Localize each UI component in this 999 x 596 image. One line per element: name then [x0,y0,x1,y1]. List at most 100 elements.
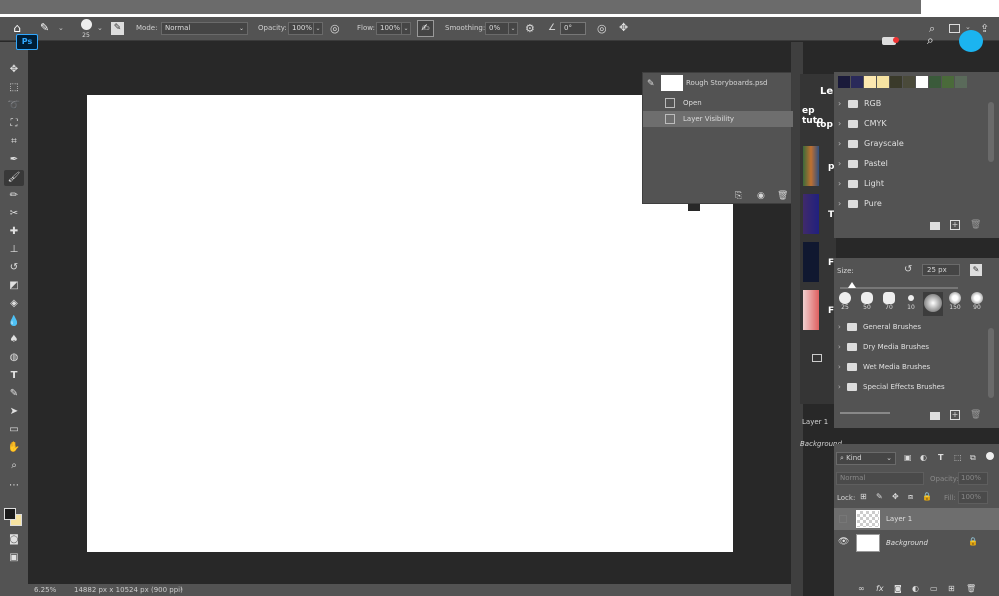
swatches-scrollbar[interactable] [988,102,994,162]
move-tool-icon[interactable]: ✥ [4,62,24,78]
crop-tool-icon[interactable]: ⌗ [4,134,24,150]
brush-group-special-effects[interactable]: › Special Effects Brushes [834,377,992,397]
brush-size-field[interactable]: 25 px [922,264,960,276]
swatch[interactable] [955,76,967,88]
adjustment-filter-icon[interactable]: ◐ [920,453,927,462]
tutorial-thumbnail[interactable] [803,290,819,330]
eraser-tool-icon[interactable]: ◩ [4,278,24,294]
pressure-opacity-icon[interactable]: ◎ [330,22,340,35]
swatch[interactable] [942,76,954,88]
chevron-right-icon[interactable]: › [838,114,841,134]
swatch-group-pure[interactable]: › Pure [834,194,994,214]
eyedropper-tool-icon[interactable]: ✒ [4,152,24,168]
object-select-tool-icon[interactable]: ⛶ [4,116,24,132]
swatch[interactable] [864,76,876,88]
zoom-tool-icon[interactable]: ⌕ [4,458,24,474]
chevron-right-icon[interactable]: › [838,94,841,114]
flow-dropdown[interactable]: ⌄ [402,22,411,35]
chevron-right-icon[interactable]: › [838,337,841,357]
swatch[interactable] [916,76,928,88]
chevron-down-icon[interactable]: ⌄ [58,24,64,32]
search-icon[interactable]: ⌕ [927,33,934,48]
chevron-right-icon[interactable]: › [838,357,841,377]
new-document-from-state-icon[interactable]: ⎘ [735,191,742,201]
marquee-tool-icon[interactable]: ⬚ [4,80,24,96]
symmetry-icon[interactable]: ✥ [619,21,628,34]
layer-opacity-field[interactable]: 100% [958,472,988,485]
lock-icon[interactable]: 🔒 [968,537,978,546]
camera-icon[interactable]: ◉ [757,191,765,201]
chevron-right-icon[interactable]: › [838,377,841,397]
smoothing-field[interactable]: 0% [485,22,509,35]
airbrush-icon[interactable]: ✍ [417,20,434,37]
brush-tip[interactable]: 50 [857,292,877,316]
flow-field[interactable]: 100% [376,22,402,35]
opacity-dropdown[interactable]: ⌄ [314,22,323,35]
snapshot-thumbnail[interactable] [661,75,683,91]
zoom-level[interactable]: 6.25% [34,586,56,594]
gear-icon[interactable]: ⚙ [525,22,535,35]
trash-icon[interactable]: 🗑 [966,584,976,593]
swatch-group-pastel[interactable]: › Pastel [834,154,994,174]
history-item-open[interactable]: Open [643,95,793,111]
layer-name[interactable]: Layer 1 [886,515,912,523]
history-brush-source-icon[interactable]: ✎ [647,79,655,89]
chevron-right-icon[interactable]: › [838,134,841,154]
sponge-tool-icon[interactable]: ◍ [4,350,24,366]
type-filter-icon[interactable]: T [938,453,943,462]
brushes-scrollbar[interactable] [988,328,994,398]
slider-handle[interactable] [848,282,856,288]
fx-icon[interactable]: fx [876,584,884,593]
chevron-right-icon[interactable]: › [180,585,183,593]
trash-icon[interactable]: 🗑 [970,410,981,420]
path-select-tool-icon[interactable]: ➤ [4,404,24,420]
new-swatch-icon[interactable]: + [950,220,960,230]
history-brush-tool-icon[interactable]: ↺ [4,260,24,276]
brush-tip-selected[interactable] [923,292,943,316]
workspace-icon[interactable] [949,24,960,33]
brush-tool-icon[interactable]: 🖌 [4,170,24,186]
add-mask-icon[interactable]: ◙ [894,584,902,593]
tutorial-thumbnail[interactable] [803,194,819,234]
tutorial-thumbnail[interactable] [803,146,819,186]
brush-tip[interactable]: 10 [901,292,921,316]
pixel-filter-icon[interactable]: ▣ [904,453,912,462]
paint-bucket-tool-icon[interactable]: ◈ [4,296,24,312]
quick-mask-icon[interactable]: ◙ [4,532,24,548]
pressure-size-icon[interactable]: ◎ [597,22,607,35]
swatch[interactable] [851,76,863,88]
swatch-group-cmyk[interactable]: › CMYK [834,114,994,134]
blend-mode-select[interactable]: Normal [836,472,924,485]
artboard-icon[interactable]: ⧈ [908,492,913,502]
layer-filter-select[interactable]: ⌕ Kind ⌄ [836,452,896,465]
chevron-right-icon[interactable]: › [838,194,841,214]
layer-row-background[interactable]: 👁 Background 🔒 [834,532,999,554]
brush-preset-icon[interactable]: ✎ [40,21,49,34]
smart-object-filter-icon[interactable]: ⧉ [970,453,976,463]
rectangle-tool-icon[interactable]: ▭ [4,422,24,438]
chevron-right-icon[interactable]: › [838,154,841,174]
brush-panel-settings-icon[interactable]: ✎ [970,264,982,276]
history-item-layer-visibility[interactable]: Layer Visibility [643,111,793,127]
new-brush-icon[interactable]: + [950,410,960,420]
clone-stamp-tool-icon[interactable]: ✂ [4,206,24,222]
fill-field[interactable]: 100% [958,491,988,504]
stamp-tool-icon[interactable]: ⊥ [4,242,24,258]
pen-tool-icon[interactable]: ✎ [4,386,24,402]
brush-settings-icon[interactable]: ✎ [111,22,124,35]
filter-toggle[interactable] [986,452,994,460]
new-brush-group-icon[interactable] [930,412,940,420]
new-group-icon[interactable]: ▭ [930,584,938,593]
lasso-tool-icon[interactable]: ➰ [4,98,24,114]
screen-mode-icon[interactable]: ▣ [4,550,24,566]
document-canvas[interactable] [87,95,733,552]
swatch[interactable] [890,76,902,88]
swatch[interactable] [929,76,941,88]
swatch-group-light[interactable]: › Light [834,174,994,194]
brush-size-slider[interactable] [840,287,958,289]
brush-tip[interactable]: 25 [835,292,855,316]
angle-field[interactable]: 0° [560,22,586,35]
layer-name[interactable]: Background [886,539,928,547]
brush-size-preview[interactable]: 25 [78,19,94,39]
chevron-right-icon[interactable]: › [838,174,841,194]
